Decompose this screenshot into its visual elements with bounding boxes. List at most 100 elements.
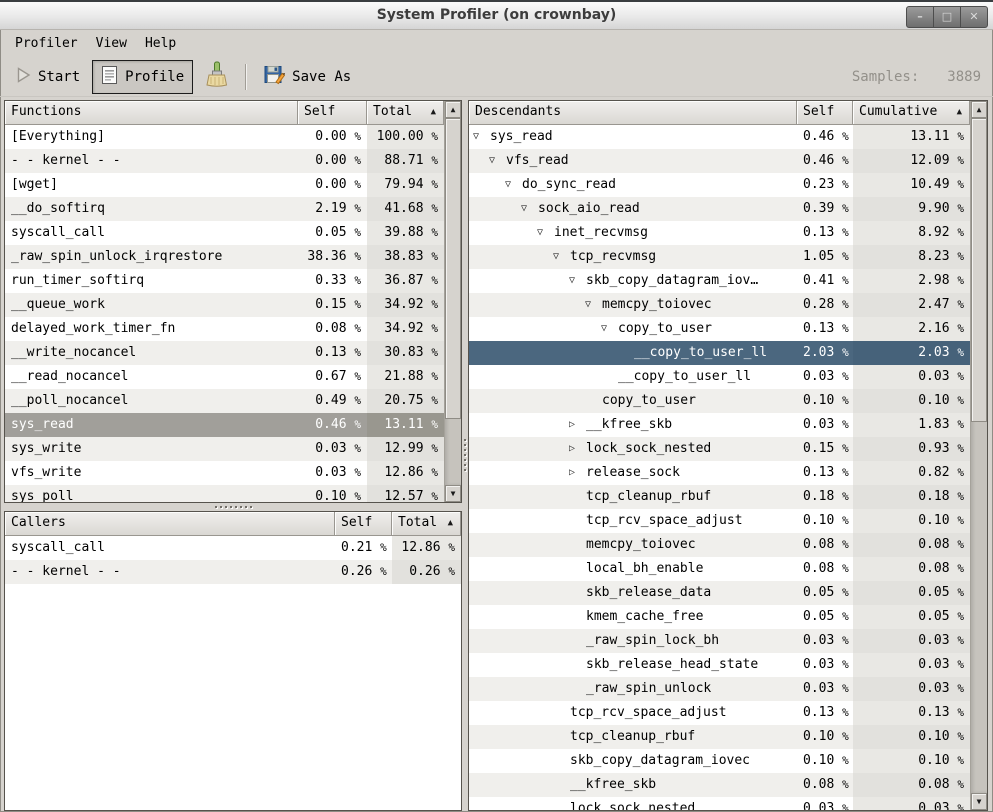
expander-open-icon[interactable]: ▽ bbox=[601, 317, 618, 341]
descendants-column-header[interactable]: Descendants bbox=[469, 101, 797, 125]
scroll-down-button[interactable]: ▼ bbox=[971, 793, 987, 810]
function-row[interactable]: syscall_call0.05 %39.88 % bbox=[5, 221, 444, 245]
descendant-tree-row[interactable]: ▽sock_aio_read0.39 %9.90 % bbox=[469, 197, 970, 221]
function-row[interactable]: __poll_nocancel0.49 %20.75 % bbox=[5, 389, 444, 413]
cumulative-percent-cell: 8.23 % bbox=[853, 245, 970, 269]
descendant-tree-row[interactable]: copy_to_user0.10 %0.10 % bbox=[469, 389, 970, 413]
descendant-tree-row[interactable]: ▽memcpy_toiovec0.28 %2.47 % bbox=[469, 293, 970, 317]
self-percent-cell: 0.28 % bbox=[797, 293, 853, 317]
descendant-tree-row[interactable]: ▽tcp_recvmsg1.05 %8.23 % bbox=[469, 245, 970, 269]
expander-open-icon[interactable]: ▽ bbox=[521, 197, 538, 221]
function-row[interactable]: - - kernel - -0.00 %88.71 % bbox=[5, 149, 444, 173]
scroll-down-button[interactable]: ▼ bbox=[445, 485, 461, 502]
functions-column-header[interactable]: Functions bbox=[5, 101, 298, 125]
descendant-tree-row[interactable]: tcp_cleanup_rbuf0.18 %0.18 % bbox=[469, 485, 970, 509]
menu-profiler[interactable]: Profiler bbox=[6, 33, 87, 54]
descendants-scrollbar-thumb[interactable] bbox=[971, 118, 987, 422]
descendant-tree-row[interactable]: kmem_cache_free0.05 %0.05 % bbox=[469, 605, 970, 629]
function-row[interactable]: __read_nocancel0.67 %21.88 % bbox=[5, 365, 444, 389]
function-row[interactable]: [wget]0.00 %79.94 % bbox=[5, 173, 444, 197]
function-row[interactable]: vfs_write0.03 %12.86 % bbox=[5, 461, 444, 485]
function-row[interactable]: __queue_work0.15 %34.92 % bbox=[5, 293, 444, 317]
function-row[interactable]: sys_write0.03 %12.99 % bbox=[5, 437, 444, 461]
expander-closed-icon[interactable]: ▷ bbox=[569, 413, 586, 437]
function-row[interactable]: __write_nocancel0.13 %30.83 % bbox=[5, 341, 444, 365]
titlebar[interactable]: System Profiler (on crownbay) – □ ✕ bbox=[0, 0, 993, 30]
expander-closed-icon[interactable]: ▷ bbox=[569, 461, 586, 485]
descendant-tree-row[interactable]: ▷__kfree_skb0.03 %1.83 % bbox=[469, 413, 970, 437]
expander-closed-icon[interactable]: ▷ bbox=[569, 437, 586, 461]
callers-total-column-header[interactable]: Total ▲ bbox=[392, 512, 461, 536]
descendants-self-column-header[interactable]: Self bbox=[797, 101, 853, 125]
function-row[interactable]: sys_read0.46 %13.11 % bbox=[5, 413, 444, 437]
descendant-tree-row[interactable]: ▷lock_sock_nested0.15 %0.93 % bbox=[469, 437, 970, 461]
splitter-grip-dot bbox=[235, 506, 237, 508]
descendant-tree-row[interactable]: _raw_spin_unlock0.03 %0.03 % bbox=[469, 677, 970, 701]
minimize-button[interactable]: – bbox=[906, 6, 934, 28]
scroll-up-button[interactable]: ▲ bbox=[971, 101, 987, 118]
descendant-tree-row[interactable]: lock_sock_nested0.03 %0.03 % bbox=[469, 797, 970, 810]
horizontal-pane-splitter[interactable] bbox=[4, 503, 462, 511]
functions-total-column-header[interactable]: Total ▲ bbox=[367, 101, 444, 125]
callers-self-column-header[interactable]: Self bbox=[335, 512, 392, 536]
start-button[interactable]: Start bbox=[8, 60, 88, 94]
expander-open-icon[interactable]: ▽ bbox=[505, 173, 522, 197]
descendant-tree-row[interactable]: ▽do_sync_read0.23 %10.49 % bbox=[469, 173, 970, 197]
descendant-tree-row[interactable]: ▽sys_read0.46 %13.11 % bbox=[469, 125, 970, 149]
descendant-tree-row[interactable]: tcp_cleanup_rbuf0.10 %0.10 % bbox=[469, 725, 970, 749]
menu-view[interactable]: View bbox=[87, 33, 136, 54]
function-row[interactable]: _raw_spin_unlock_irqrestore38.36 %38.83 … bbox=[5, 245, 444, 269]
callers-column-header[interactable]: Callers bbox=[5, 512, 335, 536]
descendant-tree-row[interactable]: memcpy_toiovec0.08 %0.08 % bbox=[469, 533, 970, 557]
descendant-tree-row[interactable]: skb_release_head_state0.03 %0.03 % bbox=[469, 653, 970, 677]
descendant-name-cell: ▽vfs_read bbox=[469, 149, 797, 173]
maximize-button[interactable]: □ bbox=[933, 6, 961, 28]
descendant-tree-row[interactable]: ▽copy_to_user0.13 %2.16 % bbox=[469, 317, 970, 341]
function-row[interactable]: sys_poll0.10 %12.57 % bbox=[5, 485, 444, 502]
splitter-grip-dot bbox=[215, 506, 217, 508]
descendant-tree-row[interactable]: __kfree_skb0.08 %0.08 % bbox=[469, 773, 970, 797]
menu-help[interactable]: Help bbox=[136, 33, 185, 54]
descendant-tree-row[interactable]: skb_release_data0.05 %0.05 % bbox=[469, 581, 970, 605]
descendant-tree-row[interactable]: __copy_to_user_ll2.03 %2.03 % bbox=[469, 341, 970, 365]
descendant-tree-row[interactable]: _raw_spin_lock_bh0.03 %0.03 % bbox=[469, 629, 970, 653]
profile-document-icon bbox=[101, 65, 118, 89]
descendant-tree-row[interactable]: ▷release_sock0.13 %0.82 % bbox=[469, 461, 970, 485]
reset-button[interactable] bbox=[197, 60, 236, 94]
function-row[interactable]: __do_softirq2.19 %41.68 % bbox=[5, 197, 444, 221]
caller-row[interactable]: - - kernel - -0.26 %0.26 % bbox=[5, 560, 461, 584]
function-row[interactable]: [Everything]0.00 %100.00 % bbox=[5, 125, 444, 149]
self-percent-cell: 0.13 % bbox=[797, 317, 853, 341]
expander-open-icon[interactable]: ▽ bbox=[553, 245, 570, 269]
descendant-tree-row[interactable]: tcp_rcv_space_adjust0.10 %0.10 % bbox=[469, 509, 970, 533]
functions-self-column-header[interactable]: Self bbox=[298, 101, 367, 125]
expander-open-icon[interactable]: ▽ bbox=[537, 221, 554, 245]
expander-open-icon[interactable]: ▽ bbox=[489, 149, 506, 173]
expander-open-icon[interactable]: ▽ bbox=[569, 269, 586, 293]
percent-sign: % bbox=[354, 154, 361, 167]
descendant-name-label: __copy_to_user_ll bbox=[618, 365, 751, 389]
descendant-tree-row[interactable]: skb_copy_datagram_iovec0.10 %0.10 % bbox=[469, 749, 970, 773]
descendant-name-label: skb_copy_datagram_iovec bbox=[570, 749, 750, 773]
expander-open-icon[interactable]: ▽ bbox=[473, 125, 490, 149]
function-row[interactable]: delayed_work_timer_fn0.08 %34.92 % bbox=[5, 317, 444, 341]
caller-row[interactable]: syscall_call0.21 %12.86 % bbox=[5, 536, 461, 560]
save-as-button[interactable]: Save As bbox=[256, 60, 359, 94]
functions-scrollbar: ▲ ▼ bbox=[444, 101, 461, 502]
descendant-tree-row[interactable]: ▽inet_recvmsg0.13 %8.92 % bbox=[469, 221, 970, 245]
descendant-tree-row[interactable]: local_bh_enable0.08 %0.08 % bbox=[469, 557, 970, 581]
descendant-tree-row[interactable]: ▽skb_copy_datagram_iov…0.41 %2.98 % bbox=[469, 269, 970, 293]
functions-scrollbar-trough[interactable] bbox=[445, 118, 461, 485]
descendants-cumulative-column-header[interactable]: Cumulative ▲ bbox=[853, 101, 970, 125]
cumulative-percent-cell: 0.03 % bbox=[853, 365, 970, 389]
expander-open-icon[interactable]: ▽ bbox=[585, 293, 602, 317]
descendant-tree-row[interactable]: tcp_rcv_space_adjust0.13 %0.13 % bbox=[469, 701, 970, 725]
scroll-up-button[interactable]: ▲ bbox=[445, 101, 461, 118]
descendant-tree-row[interactable]: ▽vfs_read0.46 %12.09 % bbox=[469, 149, 970, 173]
close-button[interactable]: ✕ bbox=[960, 6, 988, 28]
descendants-scrollbar-trough[interactable] bbox=[971, 118, 987, 793]
profile-toggle-button[interactable]: Profile bbox=[92, 60, 193, 94]
functions-scrollbar-thumb[interactable] bbox=[445, 118, 461, 419]
function-row[interactable]: run_timer_softirq0.33 %36.87 % bbox=[5, 269, 444, 293]
descendant-tree-row[interactable]: __copy_to_user_ll0.03 %0.03 % bbox=[469, 365, 970, 389]
